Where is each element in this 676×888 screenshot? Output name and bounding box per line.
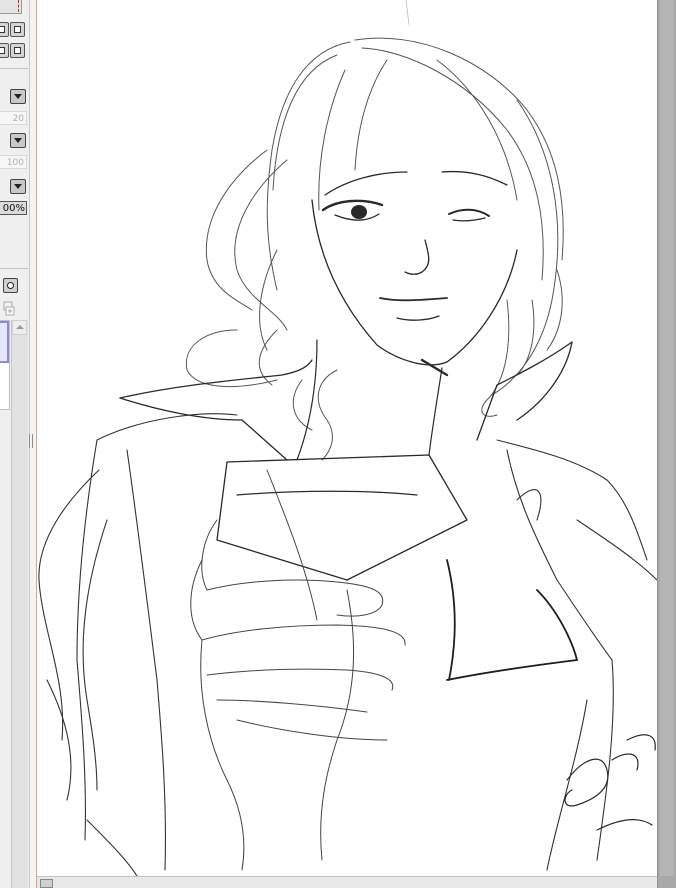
selection-marker	[18, 0, 19, 12]
drawing-canvas[interactable]	[37, 0, 657, 876]
density-field[interactable]: 100	[0, 155, 27, 169]
brush-size-field[interactable]: 20	[0, 111, 27, 125]
zoom-percent-field[interactable]: 00%	[0, 201, 27, 215]
dropdown-arrow-icon[interactable]	[10, 179, 26, 194]
new-layer-icon[interactable]	[3, 301, 15, 316]
brush-shape-button-4[interactable]	[10, 43, 25, 58]
selected-layer-row[interactable]	[0, 321, 9, 363]
dropdown-arrow-icon[interactable]	[10, 133, 26, 148]
layer-panel-scrollbar[interactable]	[11, 320, 28, 888]
horizontal-scroll-thumb[interactable]	[40, 879, 53, 888]
tool-panel: 20 100 00%	[0, 0, 30, 888]
dropdown-arrow-icon[interactable]	[10, 89, 26, 104]
circle-brush-icon[interactable]	[3, 278, 18, 293]
scroll-up-arrow-icon[interactable]	[12, 320, 27, 335]
vertical-scroll-track[interactable]	[660, 0, 674, 876]
brush-shape-button-1[interactable]	[0, 22, 9, 37]
sketch-drawing	[38, 0, 657, 876]
canvas-vertical-scrollbar[interactable]	[657, 0, 676, 888]
panel-grip-icon[interactable]	[29, 434, 33, 448]
panel-divider	[0, 68, 28, 69]
brush-shape-button-3[interactable]	[0, 43, 9, 58]
panel-divider	[0, 268, 28, 269]
brush-shape-button-2[interactable]	[10, 22, 25, 37]
canvas-horizontal-scrollbar[interactable]	[37, 876, 657, 888]
